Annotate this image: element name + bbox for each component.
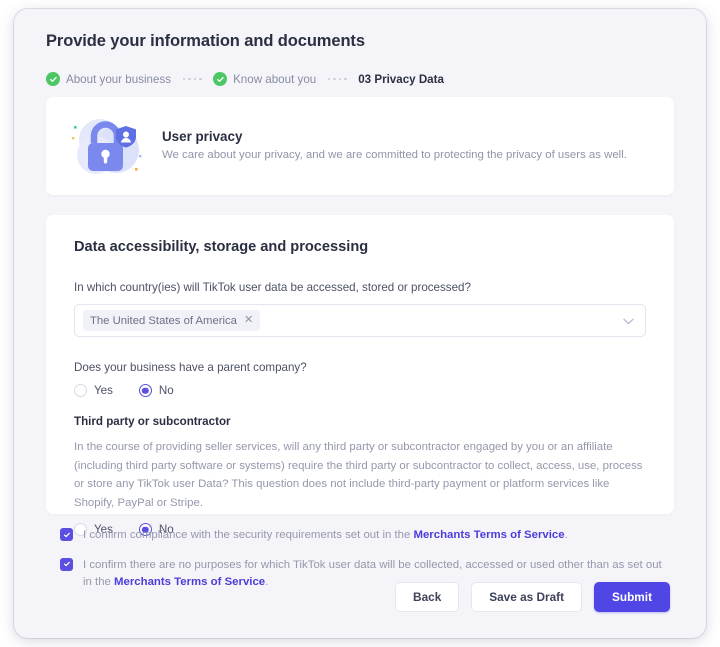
checkbox-checked[interactable] <box>60 558 73 571</box>
step-separator <box>177 74 207 84</box>
radio-label: No <box>159 384 174 397</box>
confirmation-text-before: I confirm compliance with the security r… <box>83 529 413 541</box>
step-know-about-you[interactable]: Know about you <box>213 72 316 86</box>
step-separator <box>322 74 352 84</box>
section-title: Data accessibility, storage and processi… <box>74 239 646 255</box>
form-actions: Back Save as Draft Submit <box>395 582 670 612</box>
save-as-draft-button[interactable]: Save as Draft <box>471 582 582 612</box>
user-privacy-banner: User privacy We care about your privacy,… <box>46 97 674 195</box>
check-circle-icon <box>213 72 227 86</box>
parent-company-label: Does your business have a parent company… <box>74 361 646 374</box>
banner-title: User privacy <box>162 129 627 144</box>
step-label: About your business <box>66 73 171 86</box>
step-label: 03 Privacy Data <box>358 73 444 86</box>
merchants-terms-of-service-link[interactable]: Merchants Terms of Service <box>413 529 564 541</box>
data-processing-form: Data accessibility, storage and processi… <box>46 215 674 514</box>
parent-company-radio-group: Yes No <box>74 384 646 397</box>
step-label: Know about you <box>233 73 316 86</box>
back-button[interactable]: Back <box>395 582 459 612</box>
radio-button[interactable] <box>74 384 87 397</box>
close-icon[interactable]: ✕ <box>244 315 253 326</box>
country-tag-label: The United States of America <box>90 315 237 327</box>
checkbox-checked[interactable] <box>60 528 73 541</box>
country-multiselect[interactable]: The United States of America ✕ <box>74 304 646 337</box>
step-about-your-business[interactable]: About your business <box>46 72 171 86</box>
submit-button[interactable]: Submit <box>594 582 670 612</box>
third-party-description: In the course of providing seller servic… <box>74 438 646 512</box>
radio-label: Yes <box>94 384 113 397</box>
banner-subtitle: We care about your privacy, and we are c… <box>162 149 627 161</box>
step-privacy-data[interactable]: 03 Privacy Data <box>358 73 444 86</box>
country-tag: The United States of America ✕ <box>83 310 260 331</box>
browser-window: Provide your information and documents A… <box>14 9 706 638</box>
check-circle-icon <box>46 72 60 86</box>
country-field-label: In which country(ies) will TikTok user d… <box>74 281 646 294</box>
step-indicator: About your business Know about you 03 Pr… <box>46 69 444 89</box>
parent-company-option-yes[interactable]: Yes <box>74 384 113 397</box>
chevron-down-icon <box>623 312 634 330</box>
confirmation-text-after: . <box>565 529 568 541</box>
page-title: Provide your information and documents <box>46 32 365 51</box>
page-container: Provide your information and documents A… <box>14 9 706 638</box>
confirmation-text: I confirm compliance with the security r… <box>83 527 568 545</box>
third-party-label: Third party or subcontractor <box>74 415 646 428</box>
lock-shield-illustration <box>66 110 152 182</box>
confirmation-text-after: . <box>265 576 268 588</box>
merchants-terms-of-service-link[interactable]: Merchants Terms of Service <box>114 576 265 588</box>
parent-company-option-no[interactable]: No <box>139 384 174 397</box>
radio-button-selected[interactable] <box>139 384 152 397</box>
confirmation-row-security: I confirm compliance with the security r… <box>60 527 666 545</box>
